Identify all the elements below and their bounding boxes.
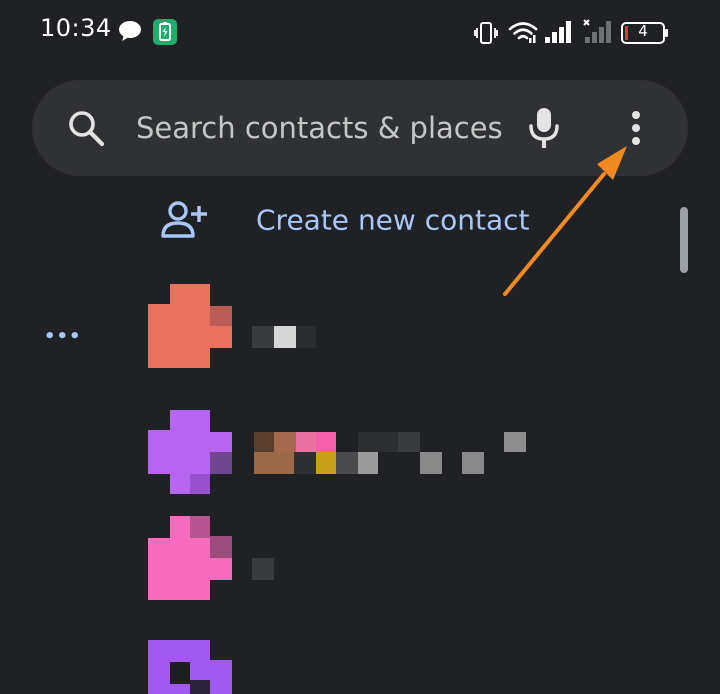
contacts-screen: 10:34 4 Search contacts & places Create …	[0, 0, 720, 694]
vibrate-icon	[474, 21, 498, 49]
wifi-icon	[508, 20, 538, 48]
contact-list-item[interactable]	[140, 640, 680, 694]
contact-list-item[interactable]	[140, 284, 680, 384]
search-input[interactable]: Search contacts & places	[136, 111, 503, 145]
chat-bubble-icon	[118, 20, 142, 46]
status-bar: 10:34 4	[0, 0, 720, 66]
mic-icon[interactable]	[526, 106, 562, 150]
search-icon[interactable]	[66, 108, 106, 148]
scrollbar[interactable]	[680, 207, 688, 273]
signal-icon	[544, 20, 574, 48]
more-vert-icon[interactable]	[620, 106, 652, 150]
battery-saver-icon	[153, 19, 177, 49]
battery-level-text: 4	[638, 22, 648, 40]
status-time: 10:34	[40, 14, 112, 42]
no-signal-icon	[582, 18, 614, 48]
create-new-contact-label: Create new contact	[256, 203, 530, 237]
add-person-icon	[160, 200, 208, 240]
contact-list-item[interactable]	[140, 410, 680, 510]
contact-list-item[interactable]	[140, 516, 680, 616]
section-header-ellipsis: •••	[44, 326, 82, 347]
create-new-contact-button[interactable]: Create new contact	[150, 190, 570, 250]
